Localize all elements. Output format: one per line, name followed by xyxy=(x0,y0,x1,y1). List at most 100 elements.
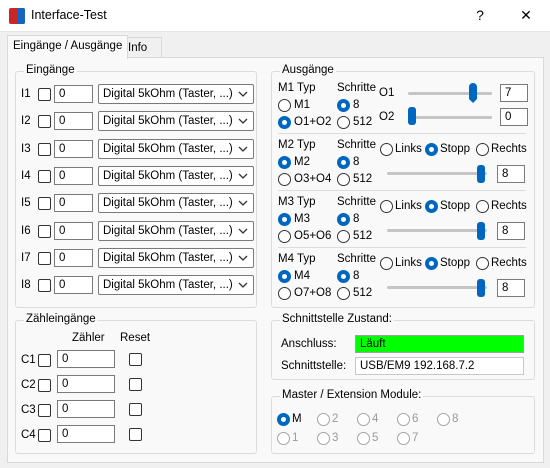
master-module-radio-7 xyxy=(397,432,410,445)
input-value-field[interactable]: 0 xyxy=(54,139,93,158)
input-value-field[interactable]: 0 xyxy=(54,221,93,240)
input-checkbox[interactable] xyxy=(38,224,51,238)
input-mode-value: Digital 5kOhm (Taster, ...) xyxy=(103,251,233,264)
direction-right-radio[interactable] xyxy=(476,257,489,270)
output-slider-thumb[interactable] xyxy=(408,107,416,125)
inputs-group: Eingänge xyxy=(15,64,257,308)
input-value-field[interactable]: 0 xyxy=(54,112,93,131)
input-mode-select[interactable]: Digital 5kOhm (Taster, ...) xyxy=(98,275,254,296)
input-value-field[interactable]: 0 xyxy=(54,276,93,295)
input-checkbox[interactable] xyxy=(38,115,51,129)
direction-stop-radio[interactable] xyxy=(425,143,438,156)
direction-stop-radio[interactable] xyxy=(425,257,438,270)
output-value-field[interactable]: 7 xyxy=(500,84,528,102)
tab-inputs-outputs[interactable]: Eingänge / Ausgänge xyxy=(7,35,129,59)
input-value-field[interactable]: 0 xyxy=(54,248,93,267)
motor-steps-option-512: 512 xyxy=(353,116,373,128)
interface-status-group-title: Schnittstelle Zustand: xyxy=(280,313,394,325)
motor-steps-radio-512[interactable] xyxy=(337,116,350,129)
speed-slider-thumb[interactable] xyxy=(477,222,485,240)
input-checkbox[interactable] xyxy=(38,88,51,101)
counter-reset-checkbox[interactable] xyxy=(129,353,142,366)
speed-slider-thumb[interactable] xyxy=(477,279,485,297)
input-mode-select[interactable]: Digital 5kOhm (Taster, ...) xyxy=(98,247,254,268)
motor-type-radio-b[interactable] xyxy=(278,116,291,129)
direction-right-label: Rechts xyxy=(491,143,527,155)
master-module-radio-1 xyxy=(277,432,290,445)
counter-value-field[interactable]: 0 xyxy=(57,350,115,368)
direction-left-label: Links xyxy=(395,257,422,269)
motor-steps-radio-512[interactable] xyxy=(337,230,350,243)
speed-slider-track xyxy=(387,172,487,175)
chevron-down-icon xyxy=(238,91,248,97)
counter-value-field[interactable]: 0 xyxy=(57,375,115,393)
counter-checkbox[interactable] xyxy=(38,354,51,367)
counter-reset-checkbox[interactable] xyxy=(129,403,142,416)
speed-slider-thumb[interactable] xyxy=(477,165,485,183)
counter-value-field[interactable]: 0 xyxy=(57,400,115,418)
direction-right-radio[interactable] xyxy=(476,143,489,156)
input-mode-select[interactable]: Digital 5kOhm (Taster, ...) xyxy=(98,84,254,104)
motor-steps-radio-8[interactable] xyxy=(337,270,350,283)
motor-steps-radio-8[interactable] xyxy=(337,156,350,169)
master-module-radio-2 xyxy=(317,413,330,426)
counter-checkbox[interactable] xyxy=(38,379,51,392)
input-checkbox[interactable] xyxy=(38,169,51,183)
chevron-down-icon xyxy=(238,228,248,234)
input-label: I4 xyxy=(21,169,31,182)
interface-value-field: USB/EM9 192.168.7.2 xyxy=(355,357,524,375)
speed-value-field[interactable]: 8 xyxy=(497,222,525,240)
motor-type-option-b: O1+O2 xyxy=(294,116,332,128)
input-mode-select[interactable]: Digital 5kOhm (Taster, ...) xyxy=(98,111,254,132)
speed-slider-track xyxy=(387,229,487,232)
motor-steps-radio-8[interactable] xyxy=(337,213,350,226)
input-checkbox[interactable] xyxy=(38,279,51,293)
input-checkbox[interactable] xyxy=(38,142,51,156)
input-mode-value: Digital 5kOhm (Taster, ...) xyxy=(103,88,233,100)
speed-value-field[interactable]: 8 xyxy=(497,279,525,297)
input-mode-select[interactable]: Digital 5kOhm (Taster, ...) xyxy=(98,138,254,159)
output-slider-thumb[interactable] xyxy=(469,83,478,103)
motor-type-radio-b[interactable] xyxy=(278,287,291,300)
motor-type-radio-a[interactable] xyxy=(278,270,291,283)
master-module-label: 6 xyxy=(412,413,419,425)
input-value-field[interactable]: 0 xyxy=(54,85,93,103)
motor-divider xyxy=(278,247,526,248)
input-mode-select[interactable]: Digital 5kOhm (Taster, ...) xyxy=(98,193,254,214)
help-button[interactable]: ? xyxy=(469,5,491,25)
direction-left-radio[interactable] xyxy=(380,143,393,156)
motor-steps-label: Schritte xyxy=(337,139,376,151)
input-checkbox[interactable] xyxy=(38,197,51,211)
motor-steps-radio-8[interactable] xyxy=(337,99,350,112)
input-label: I2 xyxy=(21,115,31,128)
counter-value-field[interactable]: 0 xyxy=(57,425,115,443)
input-checkbox[interactable] xyxy=(38,251,51,265)
counter-checkbox[interactable] xyxy=(38,429,51,442)
direction-right-radio[interactable] xyxy=(476,200,489,213)
output-value-field[interactable]: 0 xyxy=(500,108,528,126)
motor-type-radio-b[interactable] xyxy=(278,230,291,243)
motor-type-radio-b[interactable] xyxy=(278,173,291,186)
master-module-label: 4 xyxy=(372,413,379,425)
input-value-field[interactable]: 0 xyxy=(54,166,93,185)
motor-steps-radio-512[interactable] xyxy=(337,173,350,186)
input-value-field[interactable]: 0 xyxy=(54,194,93,213)
close-icon[interactable]: ✕ xyxy=(515,5,537,25)
input-mode-select[interactable]: Digital 5kOhm (Taster, ...) xyxy=(98,165,254,186)
motor-type-radio-a[interactable] xyxy=(278,156,291,169)
motor-type-radio-a[interactable] xyxy=(278,99,291,112)
master-module-label: M xyxy=(292,413,302,425)
counter-checkbox[interactable] xyxy=(38,404,51,417)
counter-reset-checkbox[interactable] xyxy=(129,378,142,391)
motor-type-radio-a[interactable] xyxy=(278,213,291,226)
direction-left-radio[interactable] xyxy=(380,257,393,270)
motor-steps-option-8: 8 xyxy=(353,156,360,168)
motor-steps-radio-512[interactable] xyxy=(337,287,350,300)
direction-left-radio[interactable] xyxy=(380,200,393,213)
speed-value-field[interactable]: 8 xyxy=(497,165,525,183)
direction-stop-radio[interactable] xyxy=(425,200,438,213)
input-mode-select[interactable]: Digital 5kOhm (Taster, ...) xyxy=(98,220,254,241)
counter-reset-checkbox[interactable] xyxy=(129,428,142,441)
master-module-radio-M[interactable] xyxy=(277,413,290,426)
output-label: O2 xyxy=(379,111,395,123)
